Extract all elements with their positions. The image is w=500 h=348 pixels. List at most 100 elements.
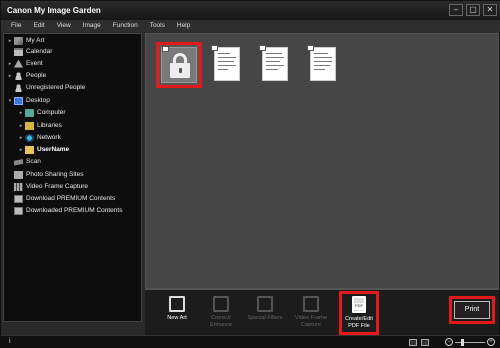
- pdf-thumbnail[interactable]: [208, 44, 246, 84]
- new-art-label: New Art: [167, 315, 187, 321]
- sidebar-item-label: Unregistered People: [26, 84, 86, 91]
- sidebar-item-label: Network: [37, 134, 61, 141]
- expand-arrow-icon[interactable]: ▸: [17, 135, 25, 141]
- zoom-slider[interactable]: [455, 342, 485, 343]
- expand-arrow-icon[interactable]: ▸: [17, 147, 25, 153]
- pdf-badge-icon: [259, 45, 266, 51]
- sidebar-item-label: Calendar: [26, 48, 53, 55]
- print-button[interactable]: Print: [454, 301, 490, 319]
- photo-sharing-icon: [14, 170, 23, 179]
- app-window: Canon My Image Garden – ▢ ✕ File Edit Vi…: [0, 0, 500, 348]
- sidebar-item-calendar[interactable]: Calendar: [4, 46, 141, 57]
- video-frame-capture-icon: [303, 296, 319, 312]
- expand-arrow-icon[interactable]: ▸: [17, 110, 25, 116]
- new-art-button[interactable]: New Art: [157, 294, 197, 334]
- sidebar-item-unregistered-people[interactable]: Unregistered People: [4, 82, 141, 93]
- sidebar-item-label: Downloaded PREMIUM Contents: [26, 207, 123, 214]
- expand-arrow-icon[interactable]: ▸: [17, 123, 25, 129]
- menu-tools[interactable]: Tools: [144, 20, 171, 32]
- sidebar-item-video-capture[interactable]: Video Frame Capture: [4, 181, 141, 192]
- sidebar-item-desktop[interactable]: ▾ Desktop: [4, 95, 141, 106]
- window-controls: – ▢ ✕: [449, 4, 497, 16]
- document-page: [310, 47, 336, 81]
- user-folder-icon: [25, 145, 34, 154]
- pdf-badge-icon: [162, 46, 169, 52]
- thumbnail-view-icon[interactable]: [421, 339, 429, 346]
- menu-image[interactable]: Image: [77, 20, 107, 32]
- status-bar: i − +: [1, 335, 500, 348]
- scan-icon: [14, 159, 23, 166]
- video-frame-capture-button[interactable]: Video Frame Capture: [291, 294, 331, 334]
- new-art-icon: [169, 296, 185, 312]
- pdf-thumbnail[interactable]: [304, 44, 342, 84]
- menu-file[interactable]: File: [5, 20, 27, 32]
- my-art-icon: [14, 36, 23, 45]
- bottom-toolbar: New Art Correct/ Enhance Special Filters…: [145, 289, 499, 335]
- correct-enhance-icon: [213, 296, 229, 312]
- close-button[interactable]: ✕: [483, 4, 497, 16]
- sidebar-item-computer[interactable]: ▸ Computer: [4, 107, 141, 118]
- locked-pdf-thumbnail[interactable]: [156, 42, 202, 88]
- sidebar-item-my-art[interactable]: ▸ My Art: [4, 35, 141, 46]
- menu-help[interactable]: Help: [171, 20, 196, 32]
- window-title: Canon My Image Garden: [7, 6, 101, 15]
- sidebar-item-label: People: [26, 72, 47, 79]
- info-icon[interactable]: i: [9, 338, 11, 345]
- expand-arrow-icon[interactable]: ▸: [6, 38, 14, 44]
- desktop-icon: [14, 96, 23, 105]
- libraries-icon: [25, 121, 34, 130]
- collapse-arrow-icon[interactable]: ▾: [6, 98, 14, 104]
- sidebar-item-username[interactable]: ▸ UserName: [4, 144, 141, 155]
- special-filters-button[interactable]: Special Filters: [245, 294, 285, 334]
- zoom-out-button[interactable]: −: [445, 338, 453, 346]
- people-icon: [14, 71, 23, 80]
- sidebar-item-scan[interactable]: Scan: [4, 156, 141, 167]
- minimize-button[interactable]: –: [449, 4, 463, 16]
- computer-icon: [25, 108, 34, 117]
- pdf-thumbnail[interactable]: [256, 44, 294, 84]
- sidebar-item-label: Desktop: [26, 97, 50, 104]
- special-filters-label: Special Filters: [247, 315, 283, 321]
- print-highlight: Print: [449, 296, 495, 324]
- sidebar-item-label: UserName: [37, 146, 70, 153]
- global-menu: ▸ My Art Calendar ▸ Event ▸ People Unreg…: [3, 33, 142, 322]
- sidebar-item-photo-sharing[interactable]: Photo Sharing Sites: [4, 169, 141, 180]
- lock-tile: [161, 47, 197, 83]
- document-page: [214, 47, 240, 81]
- title-bar: Canon My Image Garden – ▢ ✕: [1, 1, 500, 20]
- pdf-badge-icon: [211, 45, 218, 51]
- maximize-button[interactable]: ▢: [466, 4, 480, 16]
- sidebar-item-people[interactable]: ▸ People: [4, 70, 141, 81]
- sidebar-item-downloaded-premium[interactable]: Downloaded PREMIUM Contents: [4, 205, 141, 216]
- zoom-slider-handle[interactable]: [461, 339, 464, 346]
- keyhole-icon: [179, 68, 182, 73]
- downloaded-icon: [14, 206, 23, 215]
- sidebar-item-label: Libraries: [37, 122, 62, 129]
- sidebar-item-label: Photo Sharing Sites: [26, 171, 84, 178]
- calendar-icon: [14, 47, 23, 56]
- list-view-icon[interactable]: [409, 339, 417, 346]
- sidebar-item-label: Video Frame Capture: [26, 183, 89, 190]
- create-edit-pdf-button[interactable]: Create/Edit PDF File: [339, 291, 379, 335]
- document-page: [262, 47, 288, 81]
- pdf-badge-icon: [307, 45, 314, 51]
- thumbnail-area: [145, 33, 499, 289]
- sidebar-item-libraries[interactable]: ▸ Libraries: [4, 120, 141, 131]
- zoom-in-button[interactable]: +: [487, 338, 495, 346]
- expand-arrow-icon[interactable]: ▸: [6, 73, 14, 79]
- sidebar-item-event[interactable]: ▸ Event: [4, 58, 141, 69]
- network-icon: [25, 133, 34, 142]
- sidebar-item-network[interactable]: ▸ Network: [4, 132, 141, 143]
- menu-edit[interactable]: Edit: [27, 20, 50, 32]
- download-icon: [14, 194, 23, 203]
- expand-arrow-icon[interactable]: ▸: [6, 61, 14, 67]
- sidebar-item-label: Computer: [37, 109, 66, 116]
- video-frame-capture-label: Video Frame Capture: [295, 315, 327, 328]
- sidebar-item-download-premium[interactable]: Download PREMIUM Contents: [4, 193, 141, 204]
- correct-enhance-button[interactable]: Correct/ Enhance: [201, 294, 241, 334]
- menu-view[interactable]: View: [51, 20, 77, 32]
- pdf-file-icon: [352, 296, 366, 313]
- menu-function[interactable]: Function: [107, 20, 144, 32]
- menu-bar: File Edit View Image Function Tools Help: [1, 20, 500, 32]
- video-capture-icon: [14, 182, 23, 191]
